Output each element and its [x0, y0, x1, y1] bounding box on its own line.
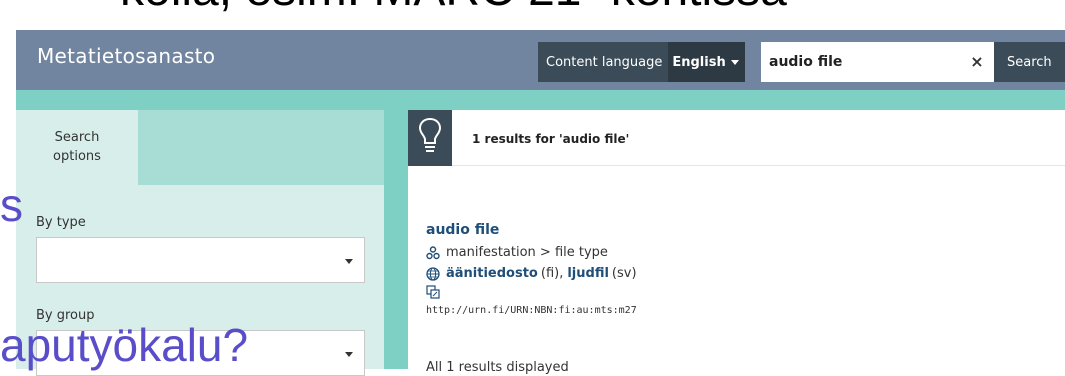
- brand-title[interactable]: Metatietosanasto: [37, 44, 215, 68]
- chevron-down-icon: [730, 59, 739, 65]
- type-select[interactable]: [36, 237, 365, 283]
- alt-label-sv-link[interactable]: ljudfil: [567, 266, 609, 281]
- content-language-label: Content language: [546, 54, 663, 70]
- results-panel: 1 results for 'audio file' audio file ma…: [408, 110, 1065, 375]
- alt-label-fi-link[interactable]: äänitiedosto: [446, 266, 538, 281]
- result-alt-labels: äänitiedosto (fi), ljudfil (sv): [426, 266, 637, 281]
- alt-label-sv-lang: (sv): [611, 266, 637, 281]
- results-header: 1 results for 'audio file': [408, 110, 1065, 166]
- lightbulb-icon: [408, 110, 452, 166]
- content-language-select[interactable]: English: [668, 42, 745, 82]
- search-input[interactable]: [761, 42, 994, 82]
- hierarchy-icon: [426, 245, 440, 260]
- chevron-down-icon: [345, 259, 353, 264]
- tab-search-options[interactable]: Search options: [16, 110, 138, 185]
- alt-label-fi-lang: (fi),: [540, 266, 564, 281]
- slide-left-text: s: [0, 179, 23, 231]
- slide-title-text: kolla, esim. MARC 21 -kentissä: [120, 0, 787, 14]
- globe-icon: [426, 266, 440, 281]
- slide-bottom-text: aputyökalu?: [0, 319, 249, 371]
- clear-search-button[interactable]: ×: [968, 53, 986, 71]
- content-language-control[interactable]: Content language English: [538, 42, 745, 82]
- results-count: 1 results for 'audio file': [472, 132, 630, 146]
- filter-label-type: By type: [36, 215, 86, 230]
- chevron-down-icon: [345, 352, 353, 357]
- hierarchy-path: manifestation > file type: [446, 245, 608, 260]
- translate-icon: [426, 285, 440, 299]
- result-term-link[interactable]: audio file: [426, 222, 499, 238]
- result-uri[interactable]: http://urn.fi/URN:NBN:fi:au:mts:m27: [426, 305, 637, 316]
- content-language-value: English: [672, 54, 726, 70]
- search-button[interactable]: Search: [994, 42, 1065, 82]
- results-footer: All 1 results displayed: [426, 360, 569, 375]
- result-hierarchy: manifestation > file type: [426, 245, 608, 260]
- result-translate-row: [426, 285, 446, 299]
